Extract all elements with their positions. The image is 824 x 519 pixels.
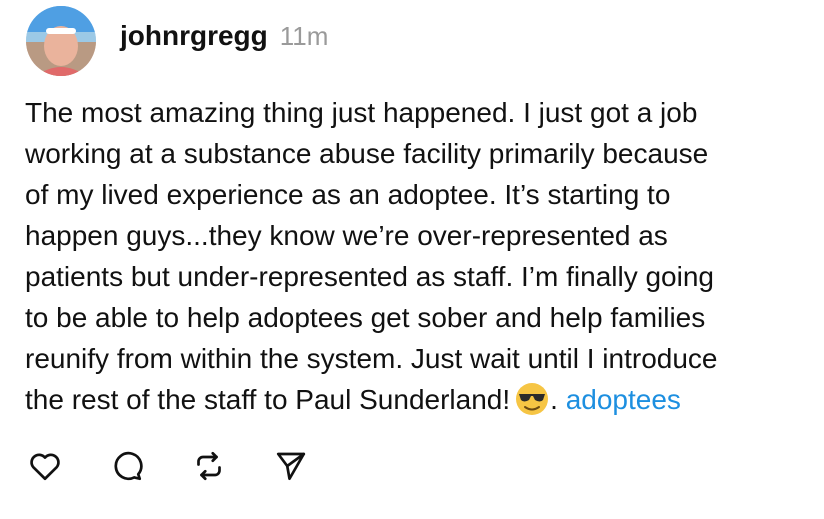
post-header: johnrgregg 11m <box>120 20 328 52</box>
post-actions <box>24 445 312 487</box>
post-line: reunify from within the system. Just wai… <box>25 343 718 374</box>
like-button[interactable] <box>24 445 66 487</box>
post-line: to be able to help adoptees get sober an… <box>25 302 706 333</box>
share-button[interactable] <box>270 445 312 487</box>
post-body: The most amazing thing just happened. I … <box>25 92 815 420</box>
repost-icon <box>197 451 221 481</box>
share-icon <box>276 452 306 481</box>
post-line: The most amazing thing just happened. I … <box>25 97 698 128</box>
comment-button[interactable] <box>106 445 148 487</box>
post-line-last: the rest of the staff to Paul Sunderland… <box>25 379 815 420</box>
sunglasses-emoji-icon <box>516 383 549 415</box>
post-line: of my lived experience as an adoptee. It… <box>25 179 671 210</box>
repost-button[interactable] <box>188 445 230 487</box>
post-line: patients but under-represented as staff.… <box>25 261 714 292</box>
post-line: working at a substance abuse facility pr… <box>25 138 709 169</box>
post-line: happen guys...they know we’re over-repre… <box>25 220 668 251</box>
post-line-text: the rest of the staff to Paul Sunderland… <box>25 384 511 415</box>
hashtag-link[interactable]: adoptees <box>566 384 681 415</box>
avatar-photo <box>26 6 96 76</box>
username[interactable]: johnrgregg <box>120 20 268 52</box>
post-time: 11m <box>279 21 329 51</box>
comment-icon <box>114 451 143 481</box>
avatar[interactable] <box>26 6 96 76</box>
heart-icon <box>30 453 60 481</box>
separator-dot: . <box>550 384 558 415</box>
